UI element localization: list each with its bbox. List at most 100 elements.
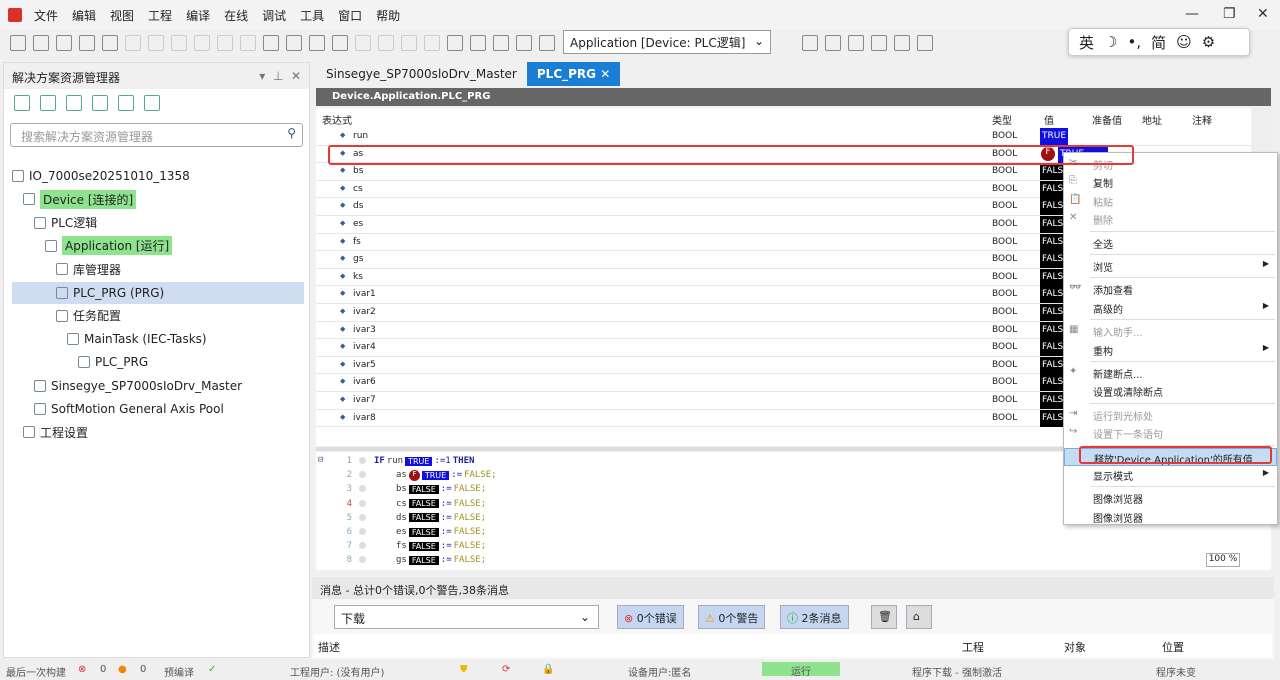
- filter-icon[interactable]: [40, 95, 56, 111]
- breakpoint-marker[interactable]: [359, 471, 366, 479]
- tree-item[interactable]: PLC_PRG (PRG): [12, 281, 304, 304]
- context-menu-item[interactable]: 粘贴 📋: [1064, 192, 1277, 210]
- filter-icon[interactable]: [66, 95, 82, 111]
- code-line[interactable]: 7 fs FALSE:= FALSE;: [316, 539, 1216, 553]
- toolbar-button-icon[interactable]: [401, 35, 417, 51]
- context-menu-item[interactable]: 输入助手... ▦: [1064, 322, 1277, 340]
- tree-item[interactable]: IO_7000se20251010_1358: [12, 165, 190, 187]
- tree-item[interactable]: Device [连接的]: [23, 188, 137, 210]
- menu-item[interactable]: 窗口: [338, 7, 362, 24]
- tab-master[interactable]: Sinsegye_SP7000sloDrv_Master: [316, 62, 527, 86]
- toolbar-button-icon[interactable]: [894, 35, 910, 51]
- toolbar-button-icon[interactable]: [217, 35, 233, 51]
- toolbar-button-icon[interactable]: [102, 35, 118, 51]
- tree-item[interactable]: 工程设置: [23, 421, 88, 443]
- warnings-button[interactable]: ⚠ 0个警告: [698, 605, 766, 629]
- toolbar-button-icon[interactable]: [79, 35, 95, 51]
- context-menu-item[interactable]: 重构 ▶: [1064, 341, 1277, 359]
- device-icon[interactable]: [144, 95, 160, 111]
- variable-value[interactable]: TRUE: [1040, 128, 1068, 145]
- messages-filter-select[interactable]: 下载 ⌄: [334, 605, 599, 629]
- tree-item[interactable]: MainTask (IEC-Tasks): [67, 328, 207, 350]
- breakpoint-marker[interactable]: [359, 457, 366, 464]
- menu-item[interactable]: 工程: [148, 7, 172, 24]
- panel-controls[interactable]: ▾ ⊥ ✕: [259, 69, 301, 83]
- close-window-button[interactable]: ✕: [1257, 6, 1269, 22]
- toolbar-button-icon[interactable]: [309, 35, 325, 51]
- search-input[interactable]: 搜索解决方案资源管理器 ⚲: [10, 123, 303, 147]
- menu-item[interactable]: 文件: [34, 7, 58, 24]
- ime-button[interactable]: ⚙: [1202, 33, 1215, 51]
- ime-button[interactable]: ☽: [1104, 33, 1117, 51]
- filter-icon[interactable]: [118, 95, 134, 111]
- toolbar-button-icon[interactable]: [194, 35, 210, 51]
- menu-item[interactable]: 编译: [186, 7, 210, 24]
- ime-button[interactable]: 英: [1079, 32, 1094, 53]
- menu-item[interactable]: 工具: [300, 7, 324, 24]
- context-menu-item[interactable]: 图像浏览器: [1064, 489, 1277, 507]
- toolbar-button-icon[interactable]: [871, 35, 887, 51]
- context-menu-item[interactable]: 设置或清除断点: [1064, 382, 1277, 400]
- code-line[interactable]: 6 es FALSE:= FALSE;: [316, 525, 1216, 539]
- clean-button[interactable]: ⌂: [906, 605, 932, 629]
- toolbar-button-icon[interactable]: [56, 35, 72, 51]
- tree-item[interactable]: Application [运行]: [45, 235, 173, 257]
- tab-plc-prg[interactable]: PLC_PRG ✕: [526, 62, 621, 86]
- column-header[interactable]: 地址: [1142, 112, 1162, 127]
- menu-item[interactable]: 帮助: [376, 7, 400, 24]
- ime-button[interactable]: •,: [1127, 33, 1141, 51]
- column-header[interactable]: 值: [1044, 112, 1054, 127]
- errors-button[interactable]: ⊗ 0个错误: [617, 605, 684, 629]
- minimize-button[interactable]: —: [1185, 6, 1199, 22]
- context-menu-item[interactable]: 添加查看 👓: [1064, 280, 1277, 298]
- breakpoint-marker[interactable]: [359, 485, 366, 493]
- context-menu-item[interactable]: 高级的 ▶: [1064, 299, 1277, 317]
- breakpoint-marker[interactable]: [359, 528, 366, 535]
- toolbar-button-icon[interactable]: [125, 35, 141, 51]
- context-menu-item[interactable]: 全选: [1064, 234, 1277, 252]
- toolbar-button-icon[interactable]: [332, 35, 348, 51]
- filter-icon[interactable]: [92, 95, 108, 111]
- column-header[interactable]: 注释: [1192, 112, 1212, 127]
- toolbar-button-icon[interactable]: [33, 35, 49, 51]
- toolbar-button-icon[interactable]: [516, 35, 532, 51]
- context-menu-item[interactable]: 复制 ⎘: [1064, 173, 1277, 191]
- tree-item[interactable]: PLC逻辑: [34, 212, 97, 234]
- menu-item[interactable]: 编辑: [72, 7, 96, 24]
- breakpoint-marker[interactable]: [359, 542, 366, 550]
- toolbar-button-icon[interactable]: [825, 35, 841, 51]
- context-menu-item[interactable]: 浏览 ▶: [1064, 257, 1277, 275]
- tree-item[interactable]: SoftMotion General Axis Pool: [34, 398, 224, 420]
- menu-item[interactable]: 视图: [110, 7, 134, 24]
- ime-button[interactable]: ☺: [1176, 33, 1192, 51]
- context-menu-item[interactable]: 运行到光标处 ⇥: [1064, 406, 1277, 424]
- new-folder-icon[interactable]: [14, 95, 30, 111]
- toolbar-button-icon[interactable]: [355, 35, 371, 51]
- toolbar-button-icon[interactable]: [470, 35, 486, 51]
- toolbar-button-icon[interactable]: [240, 35, 256, 51]
- toolbar-button-icon[interactable]: [148, 35, 164, 51]
- context-menu-item[interactable]: 设置下一条语句 ↪: [1064, 424, 1277, 442]
- infos-button[interactable]: ⓘ 2条消息: [780, 605, 849, 629]
- zoom-level[interactable]: 100 %: [1206, 553, 1240, 567]
- toolbar-button-icon[interactable]: [424, 35, 440, 51]
- tree-item[interactable]: Sinsegye_SP7000sIoDrv_Master: [34, 375, 242, 397]
- close-icon[interactable]: ✕: [600, 67, 610, 81]
- menu-item[interactable]: 调试: [262, 7, 286, 24]
- ime-button[interactable]: 简: [1151, 32, 1166, 53]
- toolbar-button-icon[interactable]: [447, 35, 463, 51]
- toolbar-button-icon[interactable]: [263, 35, 279, 51]
- breakpoint-marker[interactable]: [359, 556, 366, 564]
- clear-button[interactable]: 🗑: [871, 605, 897, 629]
- maximize-button[interactable]: ❐: [1223, 6, 1236, 22]
- column-header[interactable]: 类型: [992, 112, 1012, 127]
- tree-item[interactable]: PLC_PRG: [78, 351, 148, 373]
- toolbar-button-icon[interactable]: [802, 35, 818, 51]
- tree-item[interactable]: 库管理器: [56, 258, 121, 280]
- tree-item[interactable]: 任务配置: [56, 305, 121, 327]
- breakpoint-marker[interactable]: [359, 513, 366, 521]
- application-select[interactable]: Application [Device: PLC逻辑] ⌄: [563, 30, 771, 54]
- context-menu-item[interactable]: 新建断点... ✦: [1064, 364, 1277, 382]
- toolbar-button-icon[interactable]: [171, 35, 187, 51]
- toolbar-button-icon[interactable]: [10, 35, 26, 51]
